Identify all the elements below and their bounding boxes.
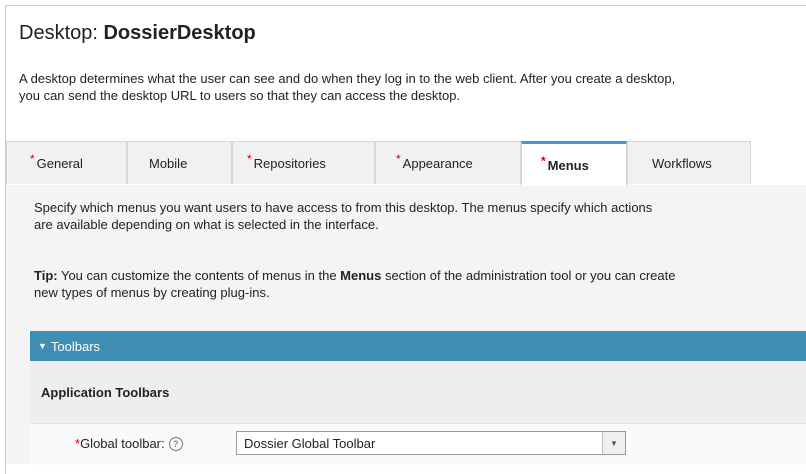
tip-line-1: Tip: You can customize the contents of m…: [34, 267, 806, 284]
required-marker: *: [396, 152, 401, 166]
toolbars-section-content: Application Toolbars *Global toolbar:? D…: [30, 361, 806, 465]
intro-line-1: Specify which menus you want users to ha…: [34, 200, 653, 215]
tip-text-part: section of the administration tool or yo…: [381, 268, 676, 283]
tab-repositories[interactable]: * Repositories: [232, 141, 375, 184]
help-icon[interactable]: ?: [168, 437, 183, 451]
tab-label: Mobile: [149, 155, 188, 171]
tab-label: Workflows: [652, 155, 712, 171]
menus-tab-panel: Specify which menus you want users to ha…: [6, 185, 806, 465]
tip-text-part: You can customize the contents of menus …: [57, 268, 341, 283]
section-title: Toolbars: [50, 338, 101, 354]
intro-line-2: are available depending on what is selec…: [34, 217, 379, 232]
tab-label: Repositories: [253, 155, 326, 171]
tab-appearance[interactable]: * Appearance: [375, 141, 521, 184]
tip-label: Tip:: [34, 268, 58, 283]
global-toolbar-row: *Global toolbar:? Dossier Global Toolbar…: [30, 423, 806, 465]
menus-intro: Specify which menus you want users to ha…: [34, 199, 806, 233]
application-toolbars-heading: Application Toolbars: [41, 385, 170, 400]
global-toolbar-select[interactable]: Dossier Global Toolbar ▼: [236, 431, 626, 455]
required-marker: *: [541, 154, 546, 168]
tab-label: General: [36, 155, 83, 171]
required-marker: *: [30, 152, 35, 166]
title-prefix: Desktop:: [19, 22, 104, 44]
page-title: Desktop: DossierDesktop: [19, 22, 256, 45]
toolbars-section-header[interactable]: ▼ Toolbars: [30, 331, 806, 361]
description-line-2: you can send the desktop URL to users so…: [19, 88, 461, 103]
select-value: Dossier Global Toolbar: [244, 435, 376, 451]
desktop-name: DossierDesktop: [103, 22, 256, 44]
tab-bar: * General Mobile * Repositories * Appearanc…: [6, 141, 806, 186]
label-text: Global toolbar:: [80, 436, 165, 451]
tip-menus-bold: Menus: [340, 268, 382, 283]
tab-workflows[interactable]: Workflows: [627, 141, 751, 184]
page-description: A desktop determines what the user can s…: [19, 70, 806, 104]
tab-menus[interactable]: * Menus: [521, 141, 627, 186]
tab-label: Appearance: [402, 155, 473, 171]
tip-line-2: new types of menus by creating plug-ins.: [34, 285, 270, 300]
required-marker: *: [247, 152, 252, 166]
tab-mobile[interactable]: Mobile: [127, 141, 232, 184]
tab-label: Menus: [547, 157, 589, 173]
dropdown-arrow-icon[interactable]: ▼: [602, 432, 625, 454]
description-line-1: A desktop determines what the user can s…: [19, 71, 676, 86]
chevron-down-icon: ▼: [38, 341, 47, 351]
tab-general[interactable]: * General: [6, 141, 127, 184]
global-toolbar-label: *Global toolbar:?: [75, 436, 183, 451]
tip-text: Tip: You can customize the contents of m…: [34, 267, 806, 301]
